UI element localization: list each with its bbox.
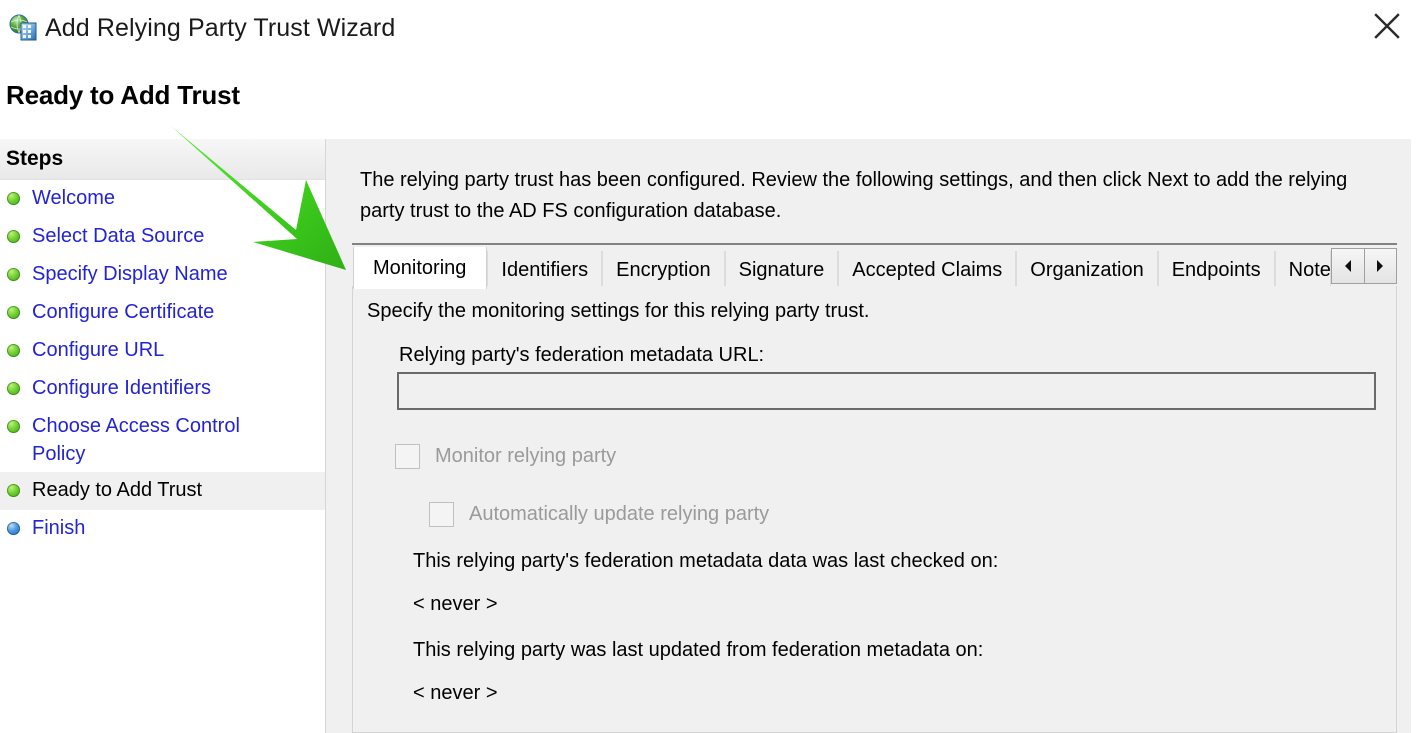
tab-accepted-claims[interactable]: Accepted Claims	[838, 251, 1017, 289]
sidebar-item-label: Welcome	[32, 187, 115, 209]
page-title: Ready to Add Trust	[6, 80, 240, 110]
tab-strip: Monitoring Identifiers Encryption Signat…	[352, 243, 1397, 289]
last-checked-label: This relying party's federation metadata…	[413, 550, 999, 572]
tab-label: Identifiers	[501, 258, 589, 281]
step-bullet-icon	[7, 268, 20, 281]
tab-signature[interactable]: Signature	[724, 251, 839, 289]
panel-description: Specify the monitoring settings for this…	[367, 300, 870, 322]
steps-header: Steps	[0, 139, 325, 180]
sidebar-item-finish[interactable]: Finish	[0, 510, 325, 548]
tab-label: Encryption	[616, 258, 711, 281]
step-bullet-icon	[7, 382, 20, 395]
sidebar-item-configure-identifiers[interactable]: Configure Identifiers	[0, 370, 325, 408]
window-titlebar: Add Relying Party Trust Wizard	[0, 0, 1420, 57]
tab-label: Organization	[1030, 258, 1144, 281]
step-bullet-icon	[7, 192, 20, 205]
sidebar-item-label: Configure Certificate	[32, 301, 215, 323]
federation-metadata-url-input[interactable]	[397, 372, 1376, 410]
tab-monitoring[interactable]: Monitoring	[353, 247, 488, 289]
close-icon[interactable]	[1354, 0, 1420, 54]
step-bullet-icon	[7, 230, 20, 243]
wizard-content-panel: The relying party trust has been configu…	[326, 139, 1420, 733]
tab-label: Signature	[738, 258, 825, 281]
step-bullet-icon	[7, 484, 20, 497]
monitor-relying-party-checkbox[interactable]: Monitor relying party	[395, 443, 616, 469]
sidebar-item-label: Configure Identifiers	[32, 377, 211, 399]
step-bullet-icon	[7, 306, 20, 319]
tab-label: Monitoring	[373, 256, 467, 279]
sidebar-item-label: Configure URL	[32, 339, 165, 361]
checkbox-label: Automatically update relying party	[469, 503, 770, 525]
sidebar-item-select-data-source[interactable]: Select Data Source	[0, 218, 325, 256]
tab-label: Accepted Claims	[852, 258, 1003, 281]
window-title: Add Relying Party Trust Wizard	[45, 14, 396, 42]
checkbox-label: Monitor relying party	[435, 445, 617, 467]
tab-label: Endpoints	[1171, 258, 1261, 281]
content-right-edge	[1411, 139, 1420, 733]
last-updated-value: < never >	[413, 682, 498, 704]
tab-label: Note	[1288, 258, 1331, 281]
sidebar-item-label: Specify Display Name	[32, 263, 228, 285]
steps-header-label: Steps	[6, 147, 64, 170]
sidebar-item-specify-display-name[interactable]: Specify Display Name	[0, 256, 325, 294]
tab-list: Monitoring Identifiers Encryption Signat…	[353, 247, 1331, 289]
automatically-update-relying-party-checkbox[interactable]: Automatically update relying party	[429, 501, 769, 527]
tab-endpoints[interactable]: Endpoints	[1157, 251, 1275, 289]
step-bullet-icon	[7, 344, 20, 357]
sidebar-item-label: Finish	[32, 517, 86, 539]
monitoring-tab-panel: Specify the monitoring settings for this…	[352, 286, 1397, 733]
scroll-left-icon[interactable]	[1332, 249, 1364, 283]
checkbox-box-icon	[395, 443, 420, 469]
tab-scroll-buttons	[1331, 248, 1397, 284]
step-bullet-icon	[7, 522, 20, 535]
sidebar-item-choose-access-control-policy[interactable]: Choose Access Control Policy	[0, 408, 325, 472]
sidebar-item-ready-to-add-trust[interactable]: Ready to Add Trust	[0, 472, 325, 510]
intro-text: The relying party trust has been configu…	[360, 169, 1348, 222]
sidebar-item-label: Choose Access Control Policy	[32, 415, 240, 465]
last-checked-value: < never >	[413, 593, 498, 615]
tab-identifiers[interactable]: Identifiers	[487, 251, 603, 289]
steps-list: Welcome Select Data Source Specify Displ…	[0, 180, 325, 548]
scroll-right-icon[interactable]	[1363, 249, 1396, 283]
steps-sidebar: Steps Welcome Select Data Source Specify…	[0, 139, 326, 733]
globe-server-icon	[9, 14, 39, 42]
federation-metadata-url-label: Relying party's federation metadata URL:	[399, 344, 765, 366]
sidebar-item-label: Select Data Source	[32, 225, 205, 247]
sidebar-item-welcome[interactable]: Welcome	[0, 180, 325, 218]
settings-tab-control: Monitoring Identifiers Encryption Signat…	[352, 243, 1397, 733]
tab-notes[interactable]: Note	[1274, 251, 1331, 289]
sidebar-item-configure-certificate[interactable]: Configure Certificate	[0, 294, 325, 332]
sidebar-item-label: Ready to Add Trust	[32, 479, 203, 501]
step-bullet-icon	[7, 420, 20, 433]
tab-encryption[interactable]: Encryption	[602, 251, 725, 289]
checkbox-box-icon	[429, 501, 454, 527]
last-updated-label: This relying party was last updated from…	[413, 639, 984, 661]
tab-organization[interactable]: Organization	[1016, 251, 1158, 289]
sidebar-item-configure-url[interactable]: Configure URL	[0, 332, 325, 370]
